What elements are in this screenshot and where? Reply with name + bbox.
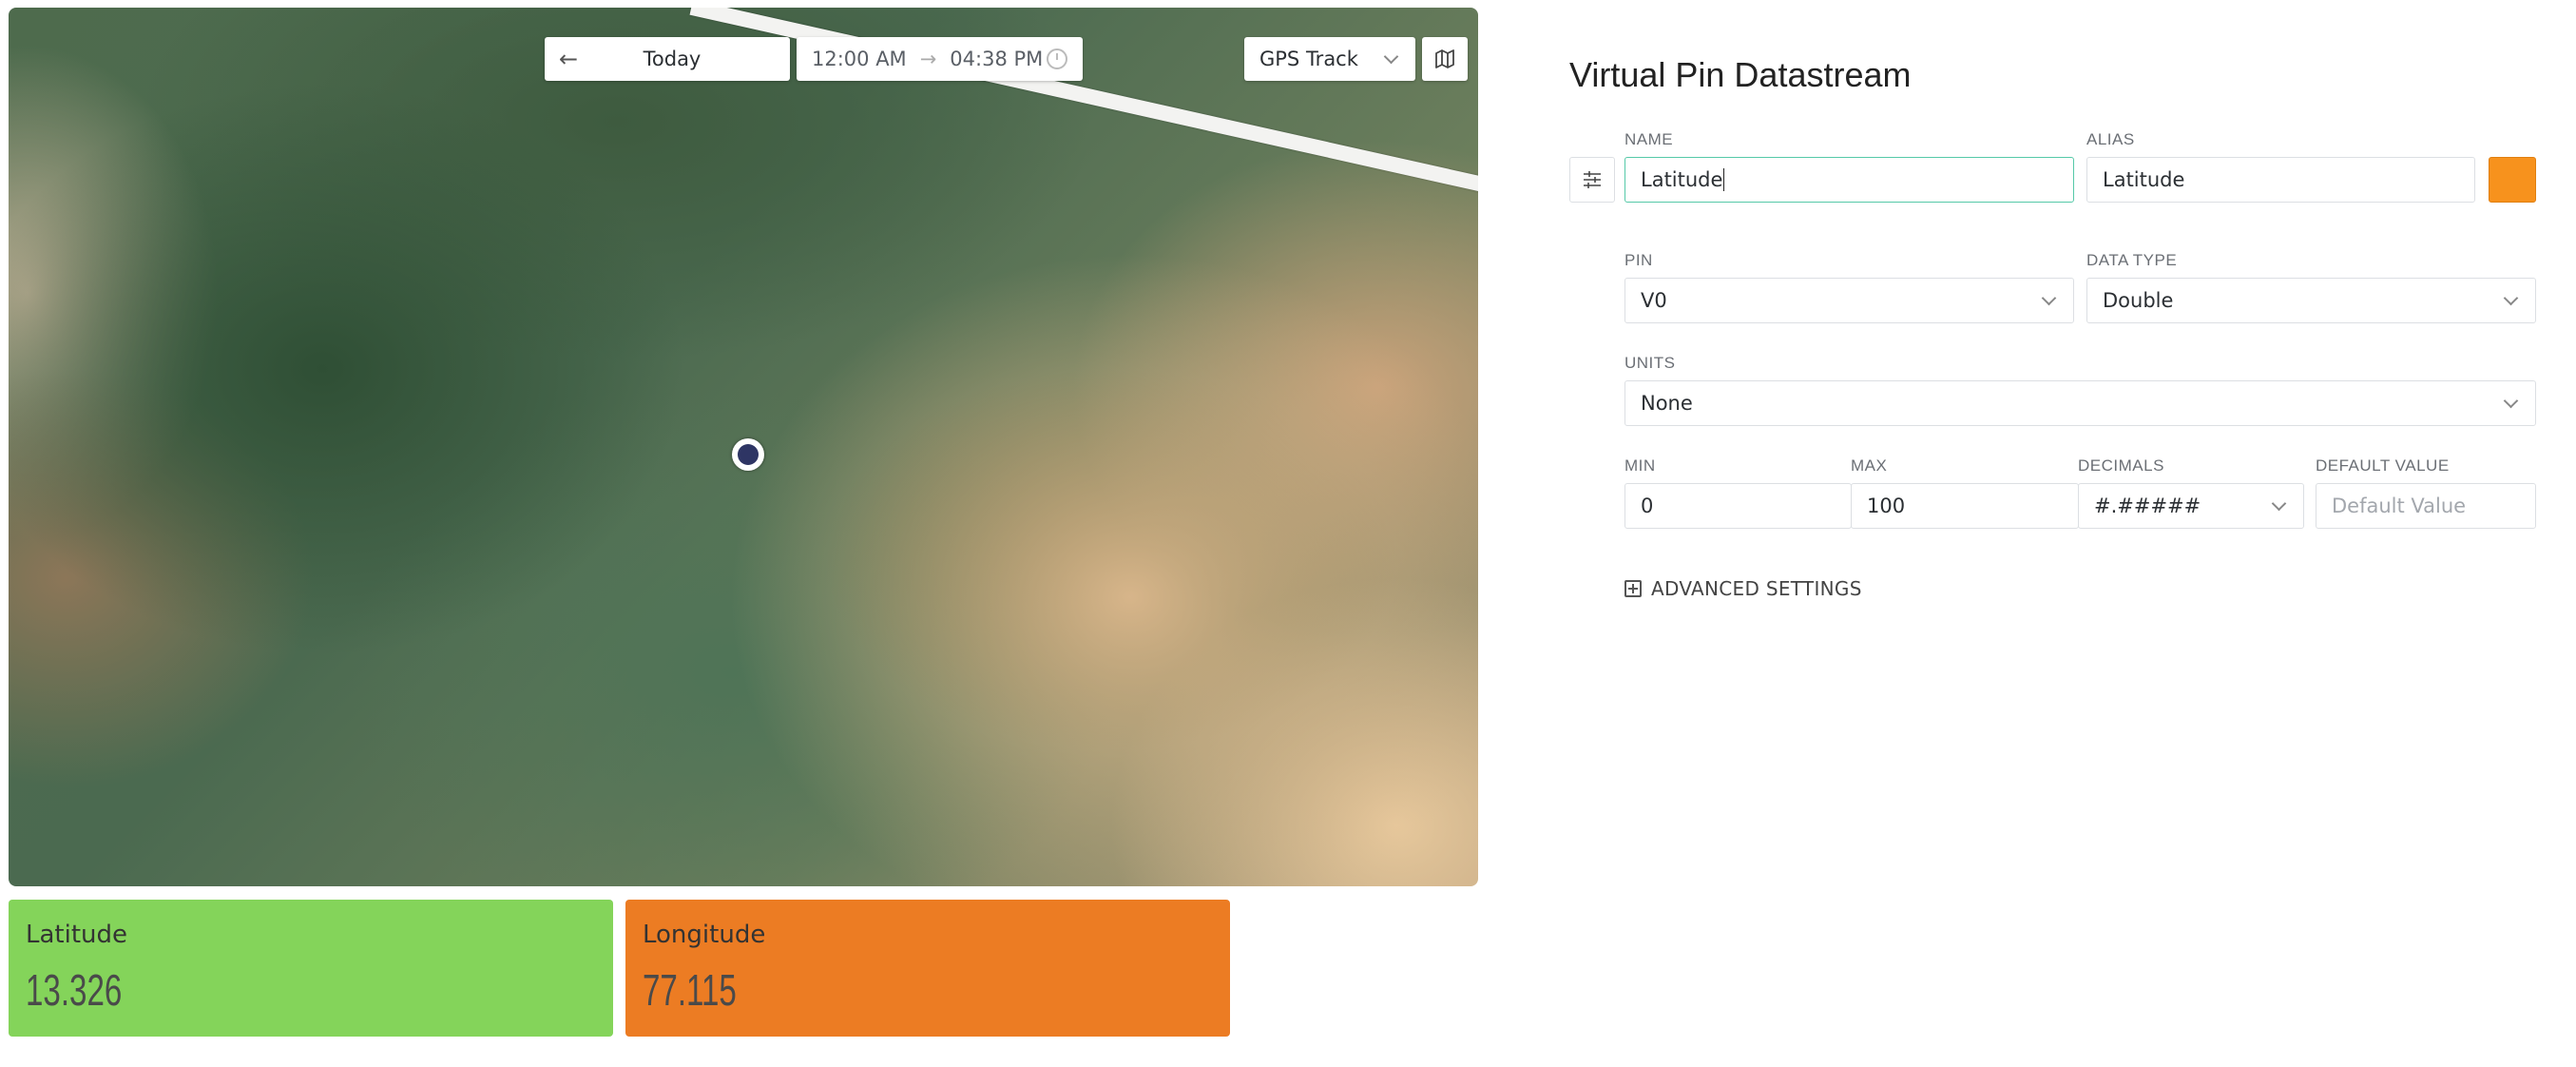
name-input[interactable]: Latitude: [1624, 157, 2074, 203]
pin-select[interactable]: V0: [1624, 278, 2074, 323]
color-picker-button[interactable]: [2489, 157, 2536, 203]
map-style-button[interactable]: [1422, 37, 1468, 81]
units-label: UNITS: [1624, 354, 1676, 372]
decimals-select[interactable]: #.#####: [2078, 483, 2304, 529]
alias-label: ALIAS: [2086, 130, 2135, 148]
min-label: MIN: [1624, 456, 1656, 475]
advanced-settings-toggle[interactable]: ADVANCED SETTINGS: [1624, 577, 1862, 600]
alias-input-value: Latitude: [2103, 168, 2185, 191]
time-to: 04:38 PM: [950, 48, 1044, 70]
advanced-settings-label: ADVANCED SETTINGS: [1651, 577, 1862, 600]
units-select-value: None: [1641, 392, 1693, 415]
name-label: NAME: [1624, 130, 1674, 148]
latitude-tile: Latitude 13.326: [9, 900, 613, 1037]
chevron-down-icon: [2041, 290, 2057, 306]
chevron-down-icon: [2271, 495, 2287, 512]
chevron-down-icon: [1383, 48, 1399, 65]
decimals-select-value: #.#####: [2094, 495, 2201, 517]
time-from: 12:00 AM: [812, 48, 907, 70]
chevron-down-icon: [2503, 290, 2519, 306]
map-layer-value: GPS Track: [1259, 48, 1358, 70]
max-label: MAX: [1851, 456, 1888, 475]
clock-icon: [1047, 48, 1067, 69]
decimals-label: DECIMALS: [2078, 456, 2164, 475]
data-type-label: DATA TYPE: [2086, 251, 2178, 269]
time-range-arrow: →: [919, 48, 937, 70]
alias-input[interactable]: Latitude: [2086, 157, 2475, 203]
min-input[interactable]: 0: [1624, 483, 1852, 529]
min-input-value: 0: [1641, 495, 1654, 517]
default-value-label: DEFAULT VALUE: [2316, 456, 2450, 475]
pin-label: PIN: [1624, 251, 1653, 269]
longitude-tile: Longitude 77.115: [625, 900, 1230, 1037]
date-picker[interactable]: ← Today: [545, 37, 790, 81]
tile-value: 13.326: [26, 965, 123, 1015]
date-label: Today: [643, 48, 702, 70]
data-type-select[interactable]: Double: [2086, 278, 2536, 323]
chevron-down-icon: [2503, 393, 2519, 409]
sliders-icon: [1584, 171, 1601, 188]
units-select[interactable]: None: [1624, 380, 2536, 426]
text-cursor: [1723, 168, 1725, 191]
location-marker[interactable]: [732, 438, 764, 471]
expand-icon: [1624, 580, 1642, 597]
previous-day-button[interactable]: ←: [545, 46, 592, 72]
map-view[interactable]: ← Today 12:00 AM → 04:38 PM GPS Track: [9, 8, 1478, 886]
max-input[interactable]: 100: [1851, 483, 2079, 529]
panel-title: Virtual Pin Datastream: [1569, 55, 1912, 94]
time-range-picker[interactable]: 12:00 AM → 04:38 PM: [797, 37, 1083, 81]
default-value-input[interactable]: Default Value: [2316, 483, 2536, 529]
datastream-settings-button[interactable]: [1569, 157, 1615, 203]
name-input-value: Latitude: [1641, 168, 1723, 191]
tile-value: 77.115: [643, 965, 737, 1015]
data-type-select-value: Double: [2103, 289, 2174, 312]
pin-select-value: V0: [1641, 289, 1667, 312]
tile-label: Latitude: [26, 921, 128, 949]
max-input-value: 100: [1867, 495, 1906, 517]
tile-label: Longitude: [643, 921, 766, 949]
map-icon: [1435, 49, 1454, 68]
default-value-placeholder: Default Value: [2332, 495, 2467, 517]
map-layer-select[interactable]: GPS Track: [1244, 37, 1415, 81]
